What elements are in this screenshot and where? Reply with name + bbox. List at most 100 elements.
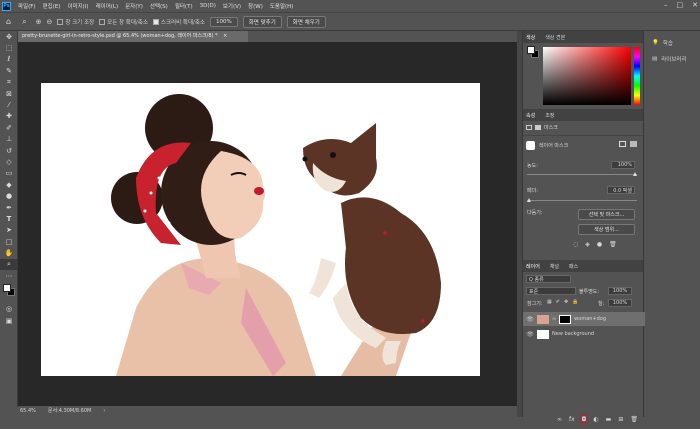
document-image[interactable] xyxy=(41,83,480,376)
delete-layer-icon[interactable]: 🗑 xyxy=(630,416,638,423)
tab-swatches[interactable]: 색상 견본 xyxy=(545,34,565,41)
feather-slider[interactable] xyxy=(527,198,637,202)
path-select-icon[interactable]: ➤ xyxy=(0,225,18,236)
panel-foreground-swatch[interactable] xyxy=(527,46,535,54)
document-close-icon[interactable]: × xyxy=(223,33,227,39)
density-slider[interactable] xyxy=(527,172,637,176)
zoom-out-icon[interactable]: ⊖ xyxy=(46,18,52,26)
pen-tool-icon[interactable]: ✒ xyxy=(0,202,18,213)
lock-transparent-icon[interactable]: ▦ xyxy=(547,299,552,305)
add-pixel-mask-icon[interactable] xyxy=(619,141,626,147)
fill-screen-button[interactable]: 화면 채우기 xyxy=(286,15,326,28)
learn-item[interactable]: 💡 학습 xyxy=(645,35,700,51)
history-brush-icon[interactable]: ↺ xyxy=(0,145,18,156)
lock-all-icon[interactable]: 🔒 xyxy=(572,299,578,305)
new-group-icon[interactable]: ▬ xyxy=(606,416,612,423)
status-menu-arrow[interactable]: › xyxy=(103,406,105,417)
zoom-tool-icon[interactable]: ⌕ xyxy=(22,17,26,27)
document-tab[interactable]: pretty-brunette-girl-in-retro-style.psd … xyxy=(18,31,248,42)
type-tool-icon[interactable]: T xyxy=(0,213,18,224)
menu-file[interactable]: 파일(F) xyxy=(18,2,36,10)
blend-mode-select[interactable]: 표준 xyxy=(526,287,576,295)
visibility-eye-icon[interactable]: 👁 xyxy=(526,316,534,323)
menu-filter[interactable]: 필터(T) xyxy=(175,2,193,10)
menu-help[interactable]: 도움말(H) xyxy=(270,2,294,10)
layer-woman-dog[interactable]: 👁 ∞ woman+dog xyxy=(523,312,645,326)
load-selection-icon[interactable]: ◌ xyxy=(573,241,578,248)
move-tool-icon[interactable]: ✥ xyxy=(0,31,18,42)
add-mask-icon[interactable]: ◘ xyxy=(579,414,589,425)
marquee-tool-icon[interactable]: ⬚ xyxy=(0,42,18,53)
minimize-button[interactable]: – xyxy=(664,1,668,9)
quick-select-tool-icon[interactable]: ✎ xyxy=(0,65,18,76)
foreground-color-swatch[interactable] xyxy=(3,283,11,292)
adjustment-layer-icon[interactable]: ◐ xyxy=(593,416,598,423)
rectangle-tool-icon[interactable]: □ xyxy=(0,236,18,247)
resize-windows-option[interactable]: 창 크기 조정 xyxy=(57,18,94,26)
disable-mask-icon[interactable]: ● xyxy=(597,241,602,248)
select-and-mask-button[interactable]: 선택 및 마스크... xyxy=(578,209,635,220)
zoom-tool-active-icon[interactable]: ⌕ xyxy=(0,258,18,271)
libraries-item[interactable]: ▤ 라이브러리 xyxy=(645,51,700,67)
layer-new-background[interactable]: 👁 New background xyxy=(523,327,645,341)
close-button[interactable]: ✕ xyxy=(692,1,698,9)
feather-slider-knob[interactable] xyxy=(527,198,531,202)
eraser-tool-icon[interactable]: ◇ xyxy=(0,156,18,167)
lock-pixels-icon[interactable]: ✐ xyxy=(556,299,560,305)
menu-select[interactable]: 선택(S) xyxy=(150,2,168,10)
visibility-eye-icon[interactable]: 👁 xyxy=(526,331,534,338)
fill-value[interactable]: 100% xyxy=(608,299,632,307)
fit-screen-button[interactable]: 화면 맞추기 xyxy=(242,15,282,28)
tab-paths[interactable]: 패스 xyxy=(569,263,578,270)
lasso-tool-icon[interactable]: ℓ xyxy=(0,54,18,65)
menu-image[interactable]: 이미지(I) xyxy=(67,2,88,10)
screen-mode-icon[interactable]: ▣ xyxy=(0,315,18,326)
new-layer-icon[interactable]: ⊞ xyxy=(618,416,623,423)
eyedropper-tool-icon[interactable]: ⁄ xyxy=(0,99,18,110)
brush-tool-icon[interactable]: ✐ xyxy=(0,122,18,133)
fx-icon[interactable]: fx xyxy=(569,416,575,423)
photoshop-app-icon[interactable]: Ps xyxy=(2,1,11,11)
link-layers-icon[interactable]: ∞ xyxy=(557,416,562,423)
home-icon[interactable]: ⌂ xyxy=(6,17,11,26)
more-tools-icon[interactable]: ⋯ xyxy=(0,270,18,281)
zoom-in-icon[interactable]: ⊕ xyxy=(36,18,42,26)
hand-tool-icon[interactable]: ✋ xyxy=(0,247,18,258)
apply-mask-icon[interactable]: ◈ xyxy=(585,241,590,248)
menu-3d[interactable]: 3D(D) xyxy=(200,3,216,9)
hue-slider[interactable] xyxy=(634,47,640,105)
zoom-all-checkbox[interactable] xyxy=(99,19,106,25)
menu-view[interactable]: 보기(V) xyxy=(223,2,241,10)
zoom-100-button[interactable]: 100% xyxy=(210,16,238,27)
feather-value[interactable]: 0.0 픽셀 xyxy=(607,186,635,194)
delete-mask-icon[interactable]: 🗑 xyxy=(609,241,617,248)
blur-tool-icon[interactable]: ◆ xyxy=(0,179,18,190)
tab-layers[interactable]: 레이어 xyxy=(526,263,540,270)
layer-mask-thumbnail[interactable] xyxy=(559,314,572,324)
gradient-tool-icon[interactable]: ▭ xyxy=(0,168,18,179)
kind-filter-select[interactable]: Q 종류 xyxy=(526,275,571,283)
color-field[interactable] xyxy=(543,47,631,105)
opacity-value[interactable]: 100% xyxy=(608,287,632,295)
resize-windows-checkbox[interactable] xyxy=(57,19,64,25)
color-range-button[interactable]: 색상 범위... xyxy=(578,224,635,235)
tab-properties[interactable]: 속성 xyxy=(526,112,535,119)
menu-type[interactable]: 문자(Y) xyxy=(125,2,143,10)
scrubby-zoom-checkbox[interactable] xyxy=(152,19,159,25)
maximize-button[interactable]: □ xyxy=(677,1,684,9)
menu-layer[interactable]: 레이어(L) xyxy=(96,2,119,10)
dodge-tool-icon[interactable]: ● xyxy=(0,190,18,201)
zoom-all-windows-option[interactable]: 모든 창 확대/축소 xyxy=(99,18,148,26)
density-value[interactable]: 100% xyxy=(611,161,635,169)
tab-adjustments[interactable]: 조정 xyxy=(545,112,554,119)
density-slider-knob[interactable] xyxy=(633,172,637,176)
lock-position-icon[interactable]: ✥ xyxy=(564,299,568,305)
clone-stamp-icon[interactable]: ⊥ xyxy=(0,134,18,145)
menu-window[interactable]: 창(W) xyxy=(248,2,263,10)
scrubby-zoom-option[interactable]: 스크러비 확대/축소 xyxy=(152,18,205,26)
menu-edit[interactable]: 편집(E) xyxy=(43,2,61,10)
crop-tool-icon[interactable]: ⌗ xyxy=(0,77,18,88)
frame-tool-icon[interactable]: ⊠ xyxy=(0,88,18,99)
tab-color[interactable]: 색상 xyxy=(526,34,535,41)
link-icon[interactable]: ∞ xyxy=(552,316,556,322)
